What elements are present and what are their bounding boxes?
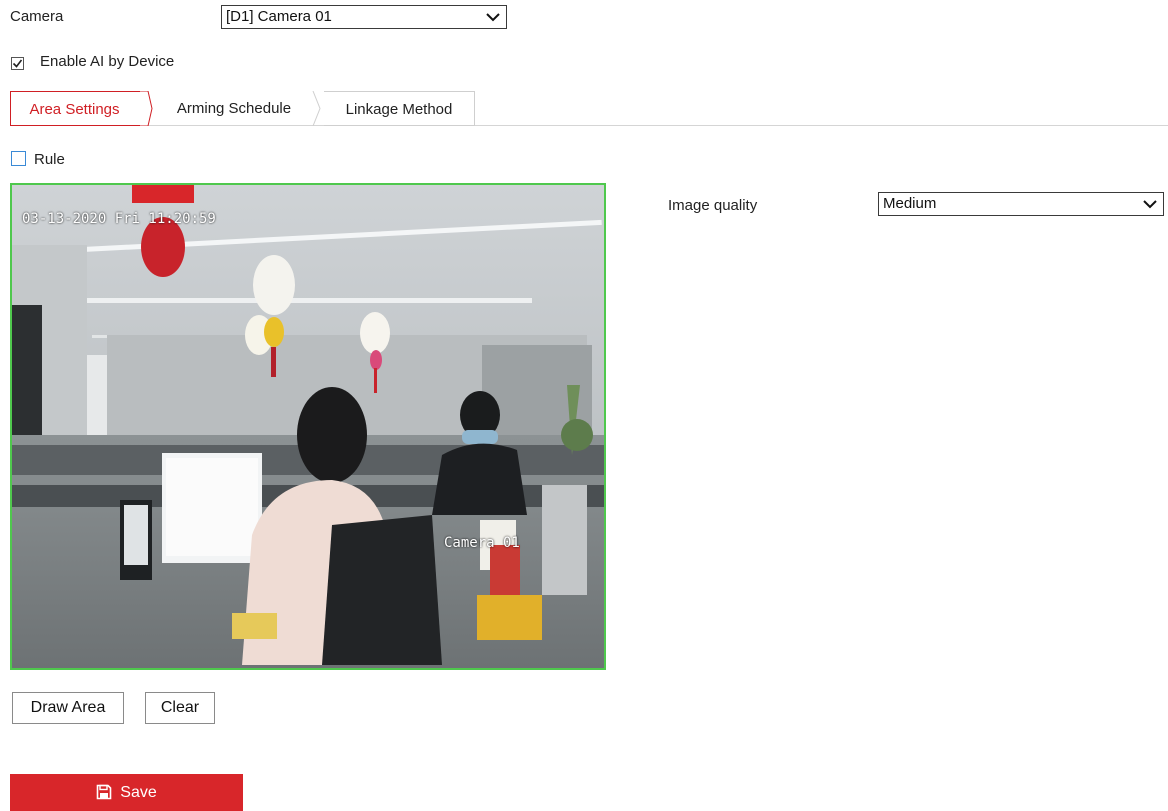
save-button-label: Save (120, 784, 157, 801)
tab-linkage-method[interactable]: Linkage Method (324, 91, 475, 126)
camera-label: Camera (10, 8, 64, 25)
tab-arming-schedule-label: Arming Schedule (176, 100, 292, 117)
floppy-disk-icon (96, 784, 112, 800)
tab-area-settings-label: Area Settings (29, 101, 120, 118)
draw-area-button[interactable]: Draw Area (12, 692, 124, 724)
rule-label: Rule (34, 151, 65, 168)
osd-camera-name: Camera 01 (444, 535, 520, 551)
camera-select-value: [D1] Camera 01 (226, 8, 332, 25)
check-icon (12, 59, 23, 68)
live-video-preview[interactable]: 03-13-2020 Fri 11:20:59 Camera 01 (10, 183, 606, 670)
clear-button[interactable]: Clear (145, 692, 215, 724)
image-quality-select[interactable]: Medium (878, 192, 1164, 216)
enable-ai-label: Enable AI by Device (40, 53, 175, 70)
video-frame (12, 185, 604, 668)
tab-arrow-active (140, 91, 153, 126)
save-button[interactable]: Save (10, 774, 243, 811)
camera-select[interactable]: [D1] Camera 01 (221, 5, 507, 29)
tab-linkage-method-label: Linkage Method (345, 101, 453, 118)
osd-timestamp: 03-13-2020 Fri 11:20:59 (22, 211, 216, 227)
image-quality-label: Image quality (668, 197, 758, 214)
chevron-down-icon (486, 13, 500, 22)
enable-ai-checkbox[interactable] (11, 57, 24, 70)
image-quality-select-value: Medium (883, 195, 937, 212)
tab-arming-schedule[interactable]: Arming Schedule (156, 91, 312, 126)
tab-area-settings[interactable]: Area Settings (10, 91, 148, 126)
chevron-down-icon (1143, 200, 1157, 209)
rule-checkbox[interactable] (11, 151, 26, 166)
